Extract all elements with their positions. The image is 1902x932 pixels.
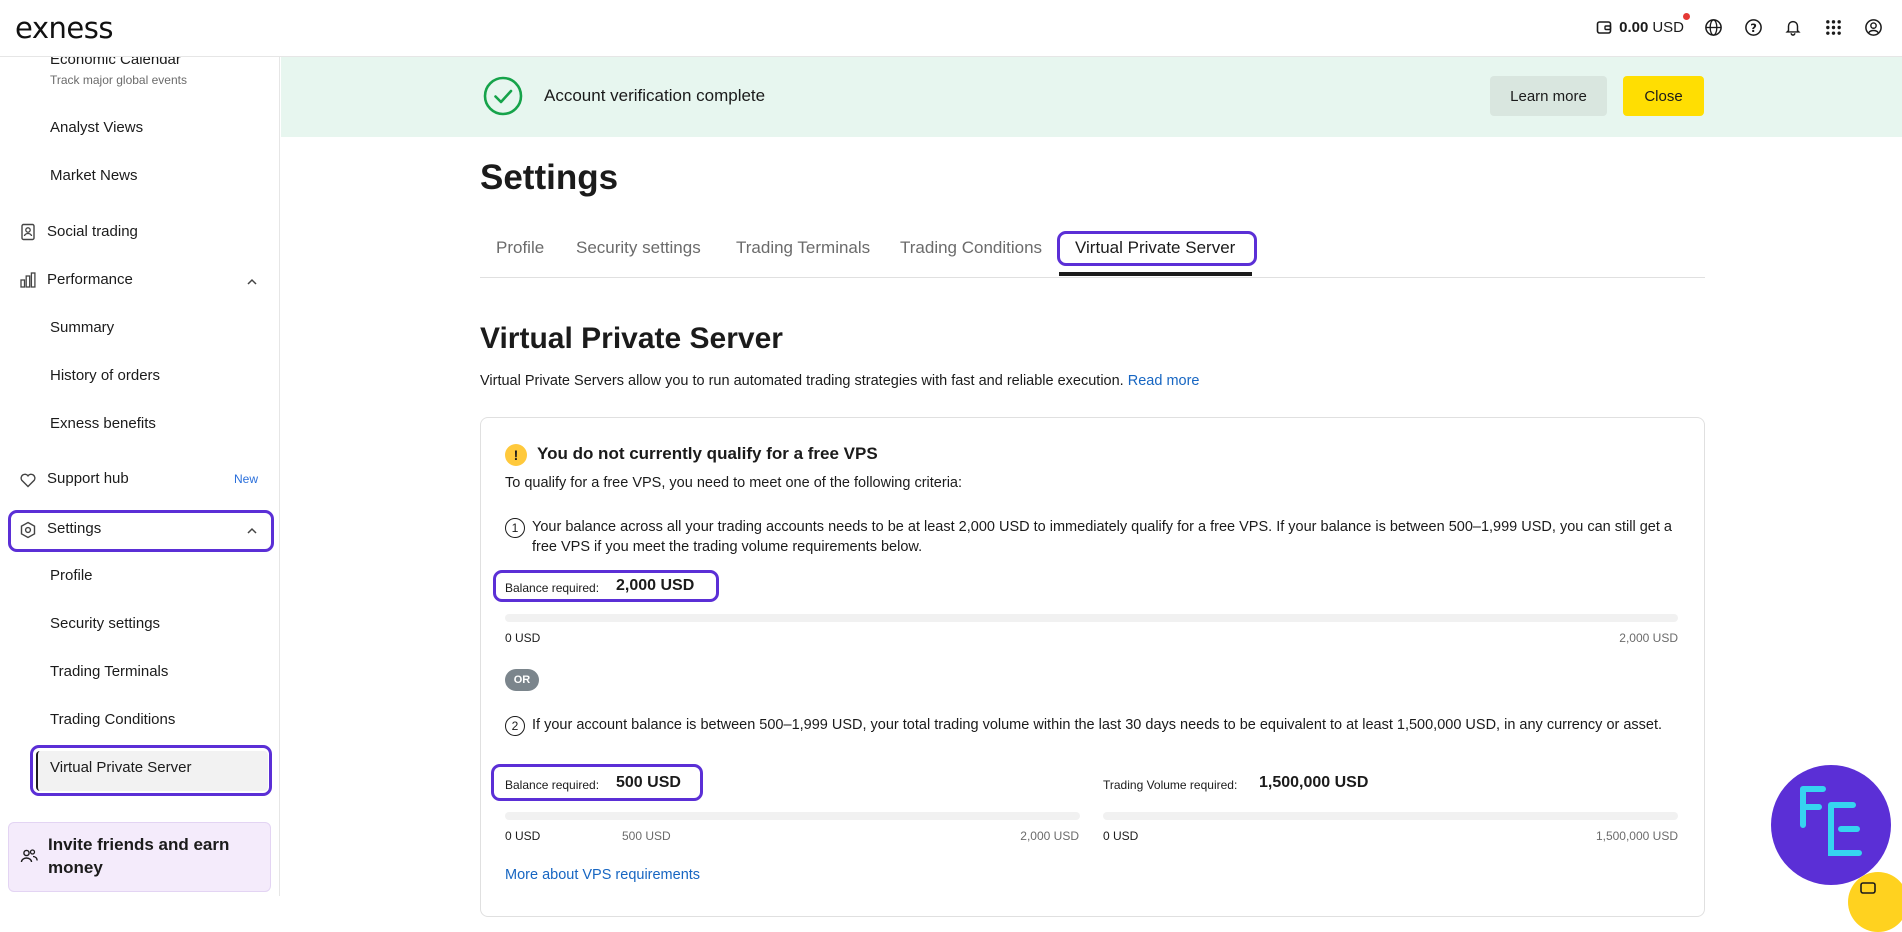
sidebar-item-label: Virtual Private Server (50, 759, 192, 776)
sidebar-item-label: Profile (50, 567, 93, 584)
bar-max-label: 1,500,000 USD (1595, 829, 1678, 843)
balance-amount: 0.00 (1619, 18, 1649, 36)
sidebar-item-trading-terminals[interactable]: Trading Terminals (50, 663, 279, 680)
bell-icon[interactable] (1782, 16, 1804, 38)
sidebar-item-sublabel: Track major global events (50, 73, 187, 87)
sidebar-item-economic-calendar[interactable]: Economic Calendar Track major global eve… (50, 57, 279, 87)
close-button[interactable]: Close (1623, 76, 1704, 116)
sidebar-item-label: Support hub (47, 470, 129, 487)
page-title: Settings (480, 158, 619, 197)
learn-more-button[interactable]: Learn more (1490, 76, 1607, 116)
tab-trading-conditions[interactable]: Trading Conditions (900, 238, 1042, 258)
volume-required-value: 1,500,000 USD (1259, 774, 1369, 791)
sidebar-item-performance[interactable]: Performance (0, 271, 279, 291)
volume-progress-bar (1103, 812, 1678, 820)
bar-min-label: 0 USD (1103, 829, 1139, 843)
settings-icon (19, 521, 37, 539)
active-tab-underline (1059, 272, 1252, 276)
top-bar: exness 0.00 USD ? (0, 0, 1902, 57)
vps-requirements-link[interactable]: More about VPS requirements (505, 867, 700, 883)
tab-profile[interactable]: Profile (496, 238, 544, 258)
tab-security-settings[interactable]: Security settings (576, 238, 701, 258)
chat-icon (1860, 882, 1876, 901)
sidebar-item-label: Economic Calendar (50, 57, 181, 68)
sidebar-item-label: Social trading (47, 223, 138, 240)
intro-description: Virtual Private Servers allow you to run… (480, 373, 1124, 389)
sidebar-item-label: Performance (47, 271, 133, 288)
help-icon[interactable]: ? (1742, 16, 1764, 38)
balance-required-label: Balance required: (505, 581, 600, 595)
or-badge: OR (505, 669, 539, 691)
chevron-up-icon (246, 524, 258, 536)
wallet-icon (1593, 16, 1615, 38)
users-icon (20, 847, 38, 870)
sidebar-item-security-settings[interactable]: Security settings (50, 615, 279, 632)
sidebar-item-virtual-private-server[interactable]: Virtual Private Server (50, 759, 279, 776)
balance-required-value: 2,000 USD (616, 577, 695, 594)
tab-highlight-frame (1057, 231, 1257, 266)
apps-grid-icon[interactable] (1822, 16, 1844, 38)
bar-min-label: 0 USD (505, 631, 541, 645)
banner-message: Account verification complete (544, 86, 766, 105)
section-title: Virtual Private Server (480, 322, 783, 355)
sidebar-item-summary[interactable]: Summary (50, 319, 279, 336)
invite-friends-card[interactable]: Invite friends and earn money (8, 822, 271, 892)
bar-max-label: 2,000 USD (1619, 631, 1678, 645)
new-badge: New (233, 472, 258, 486)
sidebar-item-trading-conditions[interactable]: Trading Conditions (50, 711, 279, 728)
warning-icon: ! (505, 444, 527, 466)
sidebar-item-label: Summary (50, 319, 115, 336)
sidebar-item-market-news[interactable]: Market News (50, 167, 279, 184)
criterion-number: 1 (505, 518, 525, 538)
sidebar-item-label: History of orders (50, 367, 161, 384)
card-subtitle: To qualify for a free VPS, you need to m… (505, 475, 963, 491)
bar-min-label: 0 USD (505, 829, 541, 843)
user-account-icon[interactable] (1862, 16, 1884, 38)
bar-max-label: 2,000 USD (1020, 829, 1079, 843)
sidebar-item-analyst-views[interactable]: Analyst Views (50, 119, 279, 136)
sidebar-item-profile[interactable]: Profile (50, 567, 279, 584)
globe-icon[interactable] (1702, 16, 1724, 38)
chat-button[interactable] (1848, 872, 1902, 932)
watermark-logo-badge (1771, 765, 1891, 885)
balance-progress-bar (505, 812, 1080, 820)
criterion-number: 2 (505, 716, 525, 736)
sidebar-item-label: Settings (47, 520, 102, 537)
bar-threshold-label: 500 USD (622, 829, 671, 843)
exness-logo[interactable]: exness (15, 11, 113, 45)
intro-text: Virtual Private Servers allow you to run… (480, 373, 1199, 389)
balance-required-value: 500 USD (616, 774, 681, 791)
volume-required-label: Trading Volume required: (1103, 778, 1238, 792)
bar-chart-icon (19, 271, 37, 289)
svg-text:?: ? (1750, 20, 1757, 34)
invite-label: Invite friends and earn money (48, 835, 230, 877)
sidebar-item-social-trading[interactable]: Social trading (0, 223, 279, 243)
balance-progress-bar (505, 614, 1678, 622)
chevron-up-icon (246, 275, 258, 287)
sidebar-item-history-of-orders[interactable]: History of orders (50, 367, 279, 384)
sidebar-item-settings[interactable]: Settings (0, 520, 279, 540)
top-right-toolbar: 0.00 USD ? (1593, 13, 1884, 38)
notification-dot (1683, 13, 1690, 20)
social-trading-icon (19, 223, 37, 241)
card-title: You do not currently qualify for a free … (537, 444, 878, 463)
tab-trading-terminals[interactable]: Trading Terminals (736, 238, 870, 258)
sidebar-item-label: Market News (50, 167, 138, 184)
balance-currency: USD (1652, 18, 1684, 36)
balance-widget[interactable]: 0.00 USD (1593, 13, 1690, 38)
sidebar-item-label: Analyst Views (50, 119, 144, 136)
criterion-text: If your account balance is between 500–1… (532, 717, 1663, 733)
sidebar-item-exness-benefits[interactable]: Exness benefits (50, 415, 279, 432)
sidebar-item-label: Exness benefits (50, 415, 156, 432)
sidebar: Economic Calendar Track major global eve… (0, 57, 280, 896)
check-circle-icon (483, 76, 523, 116)
sidebar-item-label: Security settings (50, 615, 161, 632)
balance-required-label: Balance required: (505, 778, 600, 792)
sidebar-item-support-hub[interactable]: Support hub New (0, 470, 279, 490)
read-more-link[interactable]: Read more (1128, 373, 1200, 389)
sidebar-item-label: Trading Terminals (50, 663, 169, 680)
criterion-text: Your balance across all your trading acc… (532, 519, 1672, 555)
sidebar-item-label: Trading Conditions (50, 711, 176, 728)
heart-icon (19, 471, 37, 489)
